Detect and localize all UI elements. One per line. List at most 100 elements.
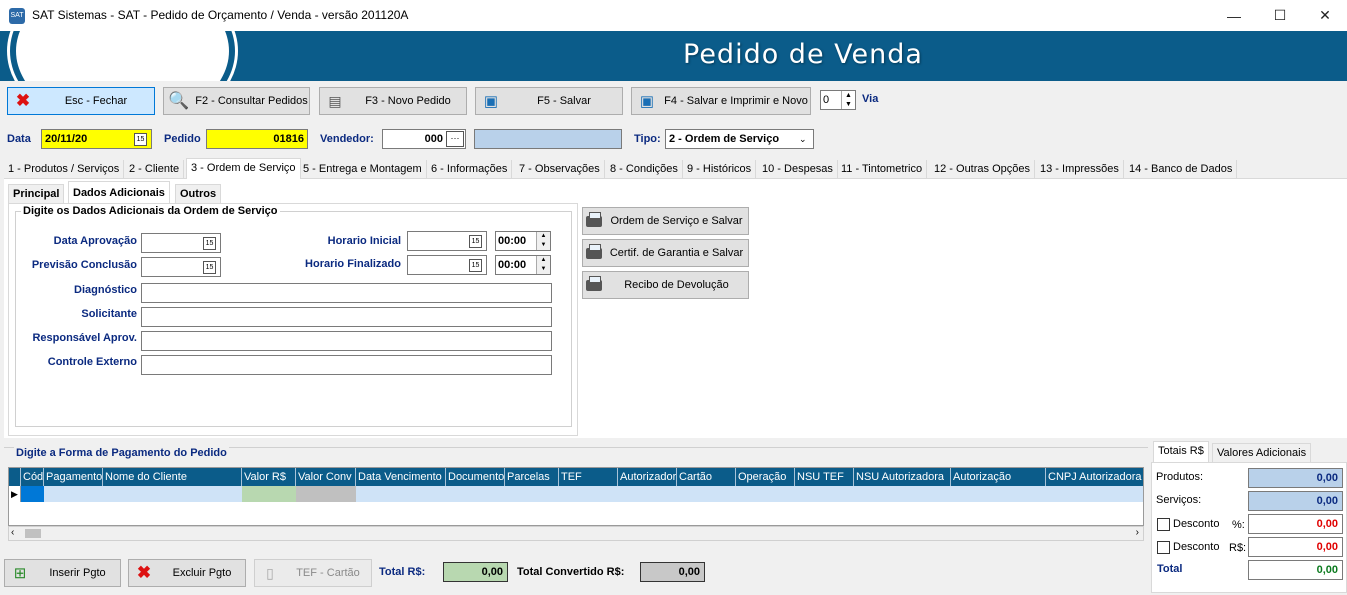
col-tef[interactable]: TEF [559,468,618,486]
col-nome-cliente[interactable]: Nome do Cliente [103,468,242,486]
col-autorizacao[interactable]: Autorização [951,468,1046,486]
delete-payment-button[interactable]: ✖ Excluir Pgto [128,559,246,587]
tab-entrega-montagem[interactable]: 5 - Entrega e Montagem [299,160,427,179]
seller-lookup-button[interactable]: ··· [446,131,464,147]
save-button[interactable]: ▣ F5 - Salvar [475,87,623,115]
scroll-right-icon[interactable]: › [1136,527,1139,538]
order-type-select[interactable]: 2 - Ordem de Serviço ⌄ [665,129,814,149]
maximize-button[interactable]: ☐ [1257,0,1303,31]
col-cod[interactable]: Cód [21,468,44,486]
tab-informacoes[interactable]: 6 - Informações [427,160,513,179]
selected-cell[interactable] [21,486,44,502]
calendar-icon[interactable]: 15 [469,258,482,272]
start-time-field[interactable]: 00:00 ▲ ▼ [495,231,551,251]
tab-totais[interactable]: Totais R$ [1153,441,1209,462]
tab-outras-opcoes[interactable]: 12 - Outras Opções [930,160,1035,179]
total-value: 0,00 [443,562,508,582]
desconto-pct-field[interactable]: 0,00 [1248,514,1343,534]
via-stepper[interactable]: 0 ▲ ▼ [820,90,856,110]
tef-card-button[interactable]: ▯ TEF - Cartão [254,559,372,587]
tab-condicoes[interactable]: 8 - Condições [606,160,683,179]
spin-icon[interactable]: ▲ ▼ [536,232,550,250]
scroll-left-icon[interactable]: ‹ [11,527,14,538]
table-row[interactable]: ▶ [9,486,1143,502]
end-time-field[interactable]: 00:00 ▲ ▼ [495,255,551,275]
col-cartao[interactable]: Cartão [677,468,736,486]
col-documento[interactable]: Documento [446,468,505,486]
col-cnpj-autorizadora[interactable]: CNPJ Autorizadora [1046,468,1143,486]
tab-banco-dados[interactable]: 14 - Banco de Dados [1125,160,1238,179]
insert-payment-button[interactable]: ⊞ Inserir Pgto [4,559,121,587]
diagnostico-input[interactable] [141,283,552,303]
tab-historicos[interactable]: 9 - Históricos [683,160,757,179]
calendar-icon[interactable]: 15 [469,234,482,248]
controle-externo-label: Controle Externo [47,356,137,368]
close-window-button[interactable]: ✕ [1302,0,1347,31]
subtab-principal[interactable]: Principal [8,184,65,203]
col-parcelas[interactable]: Parcelas [505,468,559,486]
tab-observacoes[interactable]: 7 - Observações [515,160,605,179]
window-title: SAT Sistemas - SAT - Pedido de Orçamento… [32,8,409,22]
warranty-save-button[interactable]: Certif. de Garantia e Salvar [582,239,749,267]
globe-logo-icon [10,31,235,81]
col-valor[interactable]: Valor R$ [242,468,296,486]
tab-ordem-servico[interactable]: 3 - Ordem de Serviço [186,158,301,179]
servicos-label: Serviços: [1156,494,1202,506]
subtab-outros[interactable]: Outros [175,184,222,203]
col-nsu-autorizadora[interactable]: NSU Autorizadora [854,468,951,486]
solicitante-label: Solicitante [81,308,137,320]
printer-icon [586,211,602,227]
tab-impressoes[interactable]: 13 - Impressões [1036,160,1124,179]
tab-cliente[interactable]: 2 - Cliente [125,160,185,179]
tab-produtos-servicos[interactable]: 1 - Produtos / Serviços [4,160,125,179]
col-valor-conv[interactable]: Valor Conv [296,468,356,486]
controle-externo-input[interactable] [141,355,552,375]
desconto-rs-field[interactable]: 0,00 [1248,537,1343,557]
col-pagamento[interactable]: Pagamento [44,468,103,486]
esc-close-button[interactable]: ✖ Esc - Fechar [7,87,155,115]
col-autorizador[interactable]: Autorizador [618,468,677,486]
calendar-icon[interactable]: 15 [203,236,216,250]
seller-code-field[interactable]: 000 ··· [382,129,466,149]
col-data-vencimento[interactable]: Data Vencimento [356,468,446,486]
desconto-rs-checkbox[interactable] [1157,541,1170,554]
minimize-button[interactable]: — [1211,0,1257,31]
responsavel-input[interactable] [141,331,552,351]
horizontal-scrollbar[interactable]: ‹ › [8,526,1144,541]
banner-title: Pedido de Venda [683,39,923,70]
order-number-field[interactable]: 01816 [206,129,308,149]
tab-despesas[interactable]: 10 - Despesas [758,160,838,179]
save-print-new-button[interactable]: ▣ F4 - Salvar e Imprimir e Novo [631,87,811,115]
produtos-label: Produtos: [1156,471,1204,483]
tab-valores-adicionais[interactable]: Valores Adicionais [1212,443,1312,462]
col-operacao[interactable]: Operação [736,468,795,486]
desconto-pct-checkbox[interactable] [1157,518,1170,531]
subtab-dados-adicionais[interactable]: Dados Adicionais [68,181,170,203]
valor-cell[interactable] [242,486,296,502]
tab-tintometrico[interactable]: 11 - Tintometrico [837,160,928,179]
start-date-field[interactable]: 15 [407,231,487,251]
previsao-conclusao-label: Previsão Conclusão [31,259,137,271]
date-field[interactable]: 20/11/20 15 [41,129,152,149]
scroll-thumb[interactable] [25,529,41,538]
vendedor-label: Vendedor: [320,133,374,145]
total-geral-value: 0,00 [1248,560,1343,580]
return-receipt-button[interactable]: Recibo de Devolução [582,271,749,299]
document-icon: ▤ [328,92,342,109]
x-icon: ✖ [136,563,152,582]
approval-date-field[interactable]: 15 [141,233,221,253]
payment-grid[interactable]: Cód Pagamento Nome do Cliente Valor R$ V… [8,467,1144,526]
solicitante-input[interactable] [141,307,552,327]
os-save-button[interactable]: Ordem de Serviço e Salvar [582,207,749,235]
end-date-field[interactable]: 15 [407,255,487,275]
spin-icon[interactable]: ▲ ▼ [841,91,855,109]
spin-icon[interactable]: ▲ ▼ [536,256,550,274]
grid-header: Cód Pagamento Nome do Cliente Valor R$ V… [9,468,1143,486]
total-convertido-label: Total Convertido R$: [517,566,625,578]
calendar-icon[interactable]: 15 [134,132,147,146]
completion-date-field[interactable]: 15 [141,257,221,277]
new-order-button[interactable]: ▤ F3 - Novo Pedido [319,87,467,115]
col-nsu-tef[interactable]: NSU TEF [795,468,854,486]
consult-orders-button[interactable]: 🔍 F2 - Consultar Pedidos [163,87,310,115]
calendar-icon[interactable]: 15 [203,260,216,274]
